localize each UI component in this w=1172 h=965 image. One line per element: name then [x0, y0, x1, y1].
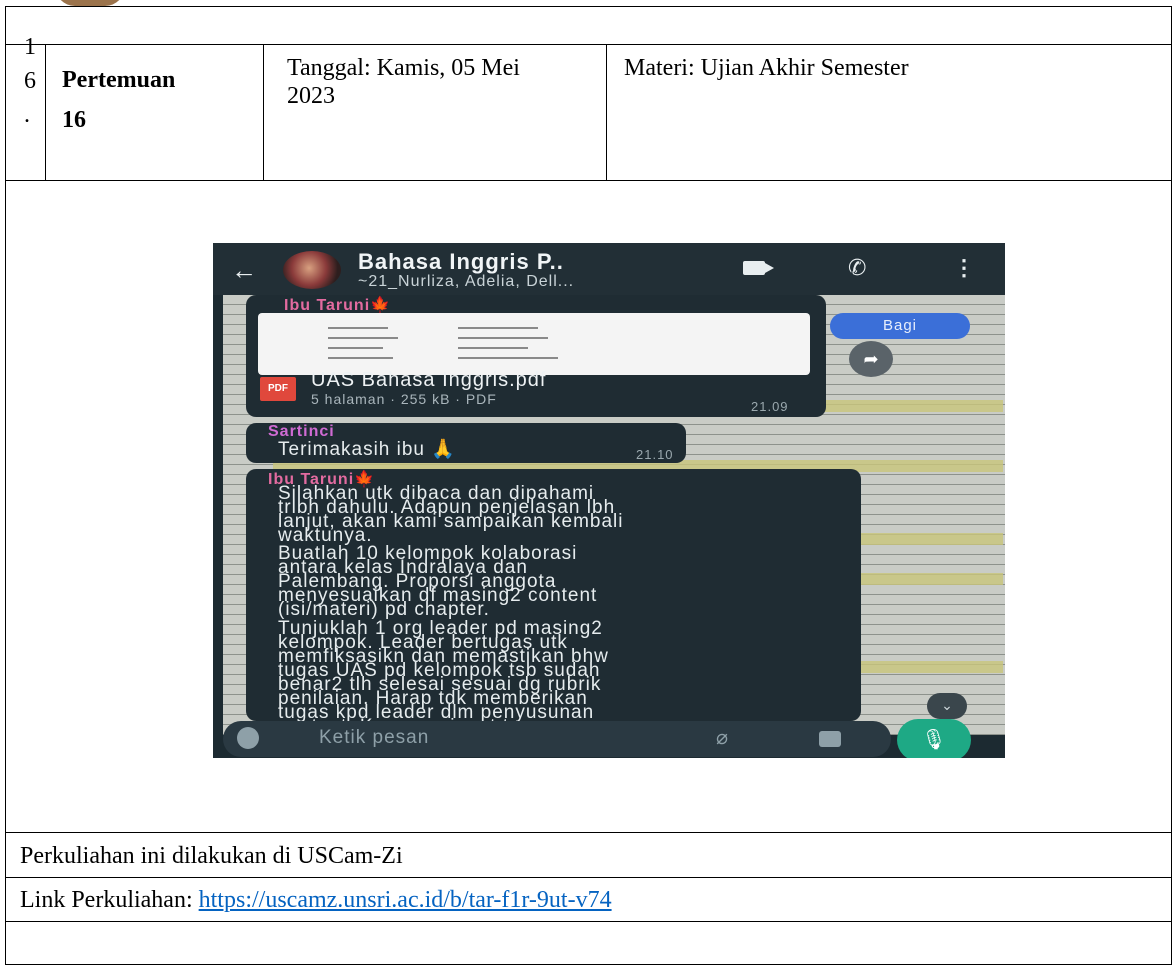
- col-divider-2: [263, 44, 264, 180]
- message-time: 21.10: [636, 447, 674, 462]
- group-avatar[interactable]: [283, 251, 341, 289]
- emoji-icon[interactable]: [237, 727, 259, 749]
- pdf-preview-line: [458, 347, 528, 349]
- pdf-file-icon: PDF: [260, 377, 296, 401]
- pdf-preview-line: [458, 337, 548, 339]
- message-input[interactable]: Ketik pesan ⌀: [223, 721, 891, 757]
- lecture-link[interactable]: https://uscamz.unsri.ac.id/b/tar-f1r-9ut…: [199, 887, 612, 913]
- message-paragraph-2: Buatlah 10 kelompok kolaborasi antara ke…: [278, 543, 598, 620]
- camera-icon[interactable]: [819, 731, 841, 747]
- date-line-2: 2023: [287, 83, 335, 109]
- lecture-link-label: Link Perkuliahan:: [20, 887, 199, 913]
- group-members: ~21_Nurliza, Adelia, Dell...: [358, 273, 575, 290]
- row-divider-header: [5, 180, 1172, 181]
- row-divider-link: [5, 921, 1172, 922]
- message-text: Terimakasih ibu 🙏: [278, 439, 456, 460]
- message-paragraph-3: Tunjuklah 1 org leader pd masing2 kelomp…: [278, 618, 609, 736]
- row-divider-top: [5, 44, 1172, 45]
- sender-name: Ibu Taruni🍁: [284, 297, 392, 314]
- pdf-preview-line: [458, 357, 558, 359]
- forward-icon[interactable]: ➦: [849, 341, 893, 377]
- pdf-preview-line: [458, 327, 538, 329]
- share-button[interactable]: Bagi: [830, 313, 970, 339]
- more-options-icon[interactable]: ⋮: [953, 255, 975, 281]
- col-divider-1: [45, 44, 46, 180]
- row-divider-image: [5, 832, 1172, 833]
- pdf-preview-line: [328, 337, 398, 339]
- row-divider-location: [5, 877, 1172, 878]
- message-input-placeholder: Ketik pesan: [319, 727, 430, 748]
- whatsapp-screenshot: ← Bahasa Inggris P.. ~21_Nurliza, Adelia…: [213, 243, 1005, 758]
- row-number-dot: .: [24, 102, 30, 128]
- row-number-digit-2: 6: [24, 68, 36, 94]
- meeting-number: 16: [62, 107, 86, 133]
- back-arrow-icon[interactable]: ←: [231, 255, 257, 286]
- message-paragraph-1: Silahkan utk dibaca dan dipahami trlbh d…: [278, 483, 624, 546]
- message-time: 21.09: [751, 399, 789, 414]
- pdf-preview[interactable]: [258, 313, 810, 375]
- pdf-file-meta: 5 halaman · 255 kB · PDF: [311, 391, 497, 407]
- pdf-file-name[interactable]: UAS Bahasa Inggris.pdf: [311, 369, 546, 392]
- video-call-icon[interactable]: [743, 261, 774, 275]
- material-cell: Materi: Ujian Akhir Semester: [624, 55, 909, 81]
- group-title[interactable]: Bahasa Inggris P..: [358, 249, 564, 275]
- message-pdf[interactable]: Ibu Taruni🍁 PDF UAS Bahasa Inggris.pdf 5…: [246, 295, 826, 417]
- col-divider-3: [606, 44, 607, 180]
- message-thanks[interactable]: Sartinci Terimakasih ibu 🙏 21.10: [246, 423, 686, 463]
- meeting-cell: Pertemuan 16: [62, 60, 175, 140]
- location-text: Perkuliahan ini dilakukan di USCam-Zi: [20, 843, 403, 869]
- date-cell: Tanggal: Kamis, 05 Mei 2023: [287, 54, 520, 110]
- row-number: 1 6 .: [24, 30, 38, 132]
- meeting-label: Pertemuan: [62, 67, 176, 93]
- chat-header: ← Bahasa Inggris P.. ~21_Nurliza, Adelia…: [213, 243, 1005, 295]
- row-number-digit-1: 1: [24, 34, 36, 60]
- pdf-preview-line: [328, 347, 383, 349]
- pdf-preview-line: [328, 327, 388, 329]
- voice-call-icon[interactable]: ✆: [848, 255, 866, 281]
- message-instructions[interactable]: Ibu Taruni🍁 Silahkan utk dibaca dan dipa…: [246, 469, 861, 736]
- date-line-1: Tanggal: Kamis, 05 Mei: [287, 55, 520, 81]
- lecture-link-row: Link Perkuliahan: https://uscamz.unsri.a…: [20, 886, 612, 914]
- attach-icon[interactable]: ⌀: [716, 725, 728, 750]
- scroll-down-icon[interactable]: ⌄: [927, 693, 967, 719]
- pdf-preview-line: [328, 357, 393, 359]
- microphone-icon[interactable]: 🎙: [897, 719, 971, 758]
